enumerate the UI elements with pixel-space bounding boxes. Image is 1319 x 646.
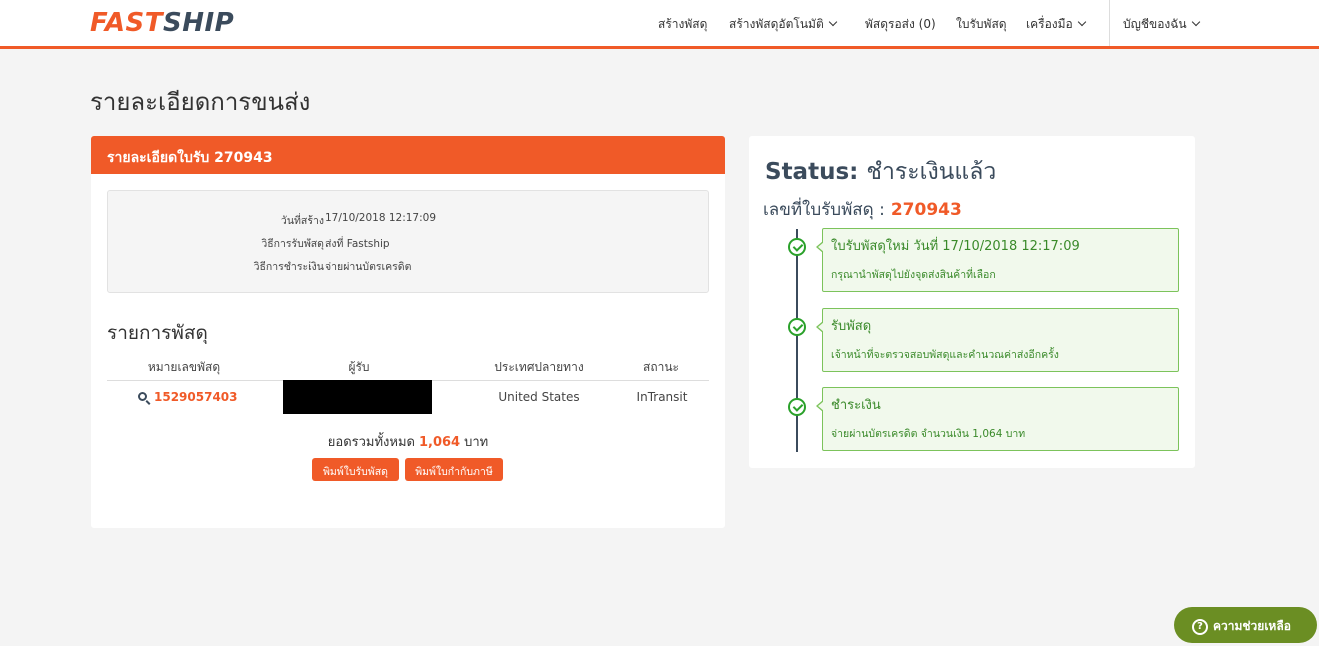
nav-my-account[interactable]: บัญชีของฉัน [1123,15,1200,34]
nav-create-parcel[interactable]: สร้างพัสดุ [658,15,707,34]
recipient-redacted [283,380,432,414]
logo-fast: FAST [90,8,163,38]
receipt-header: รายละเอียดใบรับ 270943 [91,136,725,174]
timeline-line [796,229,798,452]
total-label: ยอดรวมทั้งหมด [327,435,415,450]
receipt-details-card: รายละเอียดใบรับ 270943 วันที่สร้าง : 17/… [91,136,725,528]
status-card: Status: ชำระเงินแล้ว เลขที่ใบรับพัสดุ :2… [749,136,1195,468]
timeline-step-paid: ชำระเงิน จ่ายผ่านบัตรเครดิต จำนวนเงิน 1,… [816,387,1179,451]
print-invoice-button[interactable]: พิมพ์ใบกำกับภาษี [405,458,503,481]
status-value: ชำระเงินแล้ว [866,159,997,185]
receipt-number-label: เลขที่ใบรับพัสดุ : [763,200,885,220]
receipt-number-line: เลขที่ใบรับพัสดุ :270943 [763,196,962,223]
status-label: Status: [765,159,859,185]
total-amount: 1,064 [418,435,461,450]
info-colon: : [308,235,312,247]
check-circle-icon [788,238,806,256]
nav-tools-label: เครื่องมือ [1026,17,1073,31]
timeline-step-new-receipt: ใบรับพัสดุใหม่ วันที่ 17/10/2018 12:17:0… [816,228,1179,292]
column-header-country: ประเทศปลายทาง [494,360,584,374]
status-title: Status: ชำระเงินแล้ว [765,154,996,190]
info-label: วิธีการรับพัสดุ [261,238,324,250]
logo-ship: SHIP [163,8,235,38]
nav-auto-create-label: สร้างพัสดุอัตโนมัติ [729,17,824,31]
nav-auto-create-parcel[interactable]: สร้างพัสดุอัตโนมัติ [729,15,837,34]
check-circle-icon [788,318,806,336]
info-value: ส่งที่ Fastship [325,238,390,250]
info-colon: : [308,212,312,224]
destination-country: United States [498,390,580,404]
help-label: ความช่วยเหลือ [1213,619,1291,633]
info-label: วิธีการชำระเงิน [253,261,324,273]
column-header-status: สถานะ [643,360,679,374]
help-icon: ? [1192,619,1208,635]
nav-account-label: บัญชีของฉัน [1123,17,1187,31]
total-summary: ยอดรวมทั้งหมด 1,064 บาท [91,431,725,452]
tracking-link[interactable]: 1529057403 [138,390,238,404]
chevron-down-icon [1077,17,1087,27]
timeline-step-desc: เจ้าหน้าที่จะตรวจสอบพัสดุและคำนวณค่าส่งอ… [831,349,1059,361]
parcel-status: InTransit [636,390,688,404]
timeline-step-title: รับพัสดุ [831,319,872,334]
search-icon [138,392,147,401]
chevron-down-icon [828,17,837,27]
help-button[interactable]: ? ความช่วยเหลือ [1174,607,1317,643]
nav-divider [1109,0,1110,46]
timeline-step-desc: กรุณานำพัสดุไปยังจุดส่งสินค้าที่เลือก [831,269,996,281]
info-label: วันที่สร้าง [280,215,324,227]
timeline-step-title: ชำระเงิน [831,398,881,413]
column-header-tracking: หมายเลขพัสดุ [147,360,221,374]
column-header-recipient: ผู้รับ [348,360,370,374]
total-unit: บาท [464,435,489,450]
timeline-step-received: รับพัสดุ เจ้าหน้าที่จะตรวจสอบพัสดุและคำน… [816,308,1179,372]
print-receipt-button[interactable]: พิมพ์ใบรับพัสดุ [312,458,399,481]
info-colon: : [308,258,312,270]
receipt-number: 270943 [890,200,962,220]
check-circle-icon [788,398,806,416]
chevron-down-icon [1191,17,1200,27]
nav-tools[interactable]: เครื่องมือ [1026,15,1087,34]
page-title: รายละเอียดการขนส่ง [90,88,311,116]
receipt-info-box: วันที่สร้าง : 17/10/2018 12:17:09 วิธีกา… [107,190,709,293]
nav-pending-parcels[interactable]: พัสดุรอส่ง (0) [865,15,936,34]
parcel-list-title: รายการพัสดุ [107,322,208,344]
info-value: 17/10/2018 12:17:09 [325,212,437,224]
tracking-number: 1529057403 [154,390,238,404]
info-value: จ่ายผ่านบัตรเครดิต [325,261,412,273]
timeline-step-title: ใบรับพัสดุใหม่ วันที่ 17/10/2018 12:17:0… [831,239,1080,254]
nav-receipts[interactable]: ใบรับพัสดุ [956,15,1007,34]
top-navbar: FASTSHIP สร้างพัสดุ สร้างพัสดุอัตโนมัติ … [0,0,1319,49]
fastship-logo[interactable]: FASTSHIP [90,8,234,38]
timeline-step-desc: จ่ายผ่านบัตรเครดิต จำนวนเงิน 1,064 บาท [831,428,1026,440]
